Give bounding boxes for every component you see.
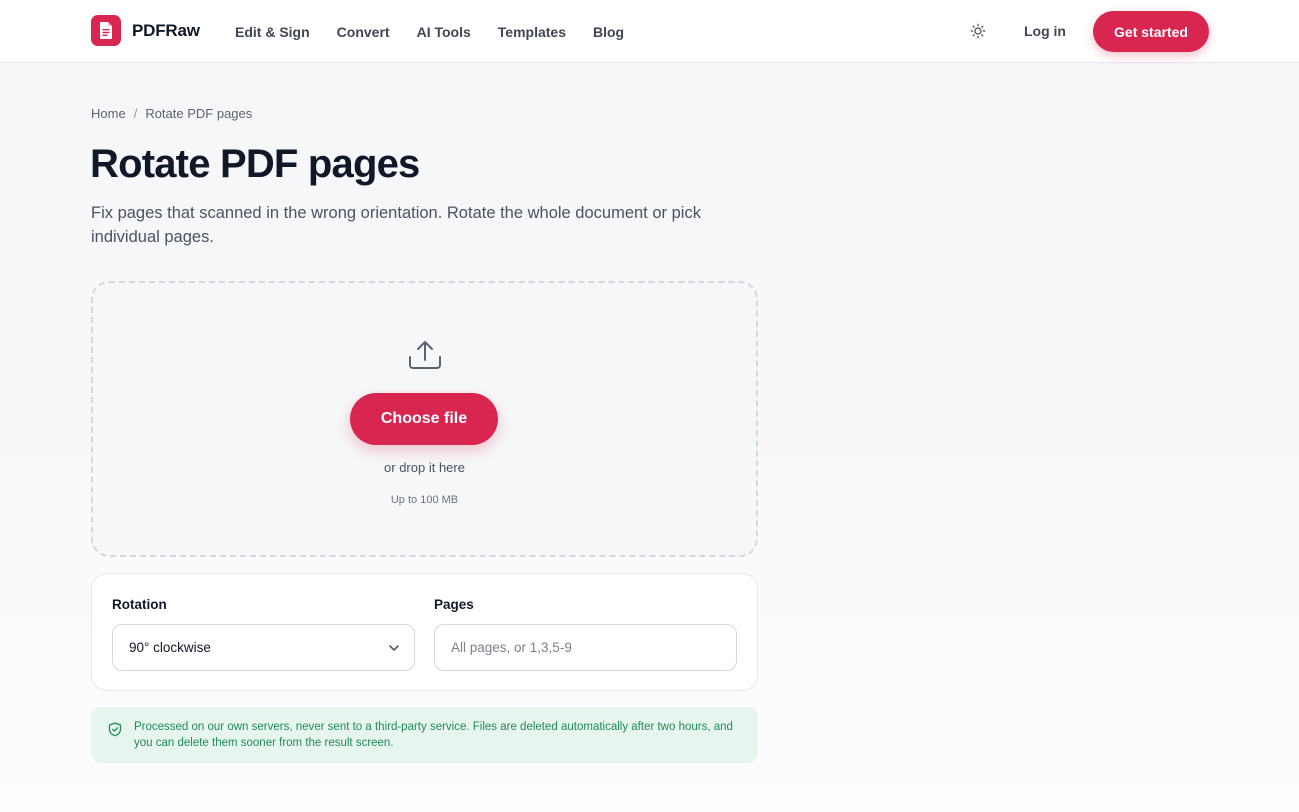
page-subtitle: Fix pages that scanned in the wrong orie…: [91, 204, 701, 246]
privacy-notice-text: Processed on our own servers, never sent…: [134, 721, 733, 749]
nav-ai-tools[interactable]: AI Tools: [417, 24, 471, 40]
upload-icon: [409, 341, 441, 369]
main-nav: Edit & Sign Convert AI Tools Templates B…: [235, 0, 624, 63]
file-size-limit: Up to 100 MB: [390, 494, 459, 506]
breadcrumb: Home / Rotate PDF pages: [91, 106, 252, 121]
drop-hint: or drop it here: [384, 460, 465, 475]
rotation-select-value: 90° clockwise: [129, 640, 211, 655]
nav-blog[interactable]: Blog: [593, 24, 624, 40]
nav-edit-sign[interactable]: Edit & Sign: [235, 24, 310, 40]
breadcrumb-separator: /: [133, 106, 138, 121]
privacy-notice: Processed on our own servers, never sent…: [91, 707, 758, 763]
theme-toggle-button[interactable]: [966, 19, 990, 43]
nav-templates[interactable]: Templates: [498, 24, 566, 40]
pdf-logo-icon: [91, 15, 121, 46]
page-title: Rotate PDF pages: [90, 142, 420, 186]
breadcrumb-home[interactable]: Home: [91, 106, 126, 121]
top-header: PDFRaw Edit & Sign Convert AI Tools Temp…: [0, 0, 1299, 63]
pages-input[interactable]: [434, 624, 737, 671]
get-started-button[interactable]: Get started: [1093, 11, 1209, 52]
sun-icon: [970, 23, 986, 39]
nav-convert[interactable]: Convert: [337, 24, 390, 40]
choose-file-button[interactable]: Choose file: [350, 393, 498, 445]
breadcrumb-current: Rotate PDF pages: [145, 106, 253, 121]
login-link[interactable]: Log in: [1024, 23, 1066, 39]
file-dropzone[interactable]: Choose file or drop it here Up to 100 MB: [91, 281, 758, 557]
rotation-label: Rotation: [112, 597, 167, 612]
rotation-options-panel: Rotation Pages 90° clockwise: [91, 573, 758, 691]
brand-name: PDFRaw: [132, 20, 200, 40]
shield-check-icon: [108, 722, 122, 737]
pages-label: Pages: [434, 597, 474, 612]
brand[interactable]: PDFRaw: [91, 15, 200, 46]
chevron-down-icon: [389, 645, 399, 651]
rotation-select[interactable]: 90° clockwise: [112, 624, 415, 671]
